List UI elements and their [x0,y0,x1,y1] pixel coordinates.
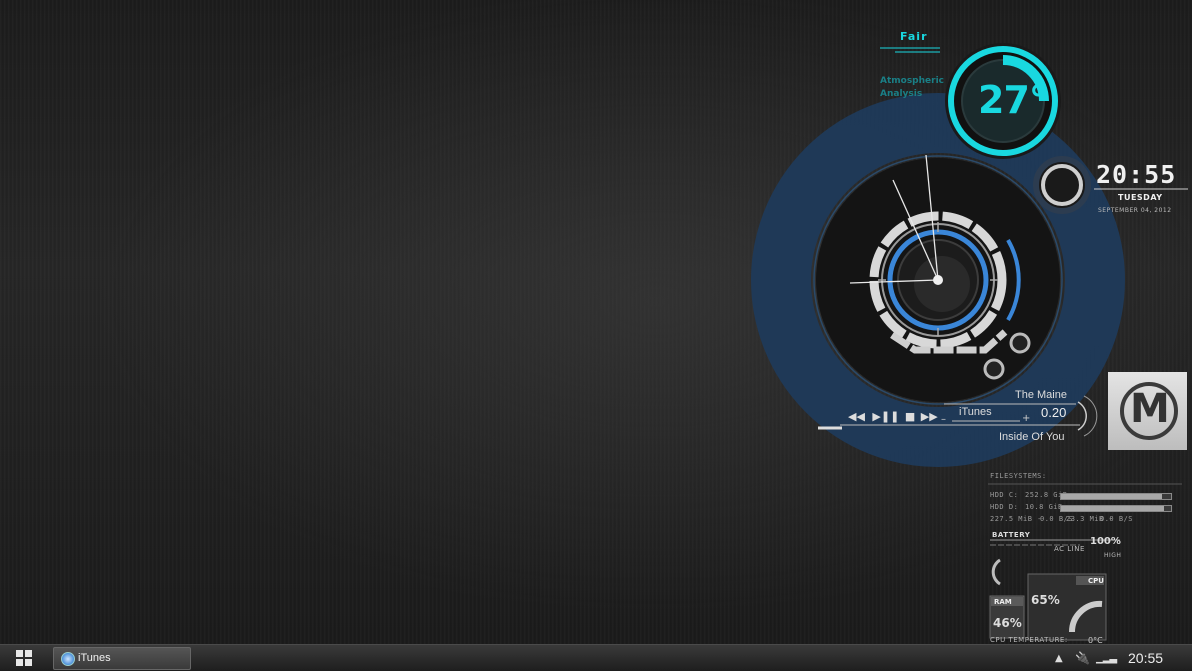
cpu-value: 65% [1031,593,1060,607]
date-text: SEPTEMBER 04, 2012 [1098,207,1172,214]
hdd-d-size: 10.8 GiB [1025,503,1063,511]
start-button[interactable] [10,648,34,668]
cpu-label: CPU [1088,577,1104,585]
tray-expand-icon[interactable]: ▲ [1055,653,1063,664]
fast-forward-icon[interactable]: ▶▶ [921,410,938,423]
play-pause-icon[interactable]: ▶❚❚ [872,410,899,423]
itunes-icon [61,652,75,666]
digital-time: 20:55 [1096,160,1177,189]
hdd-c-bar-fill [1061,494,1163,499]
battery-percent: 100% [1090,536,1121,547]
hdd-c-label: HDD C: [990,491,1019,499]
taskbar-item-label: iTunes [78,652,111,664]
knob-lower[interactable] [983,358,1005,380]
battery-label: BATTERY [992,531,1031,539]
ram-label: RAM [994,598,1012,606]
io-read-total: 227.5 MiB - [990,515,1042,523]
tray-clock[interactable]: 20:55 [1128,650,1163,666]
hdd-c-bar [1060,493,1172,500]
taskbar-item-itunes[interactable]: iTunes [53,647,191,670]
hdd-d-bar [1060,505,1172,512]
temperature-readout: 27° [978,78,1048,122]
taskbar: iTunes ▲ 🔌 ▁▂▃ 20:55 [0,644,1192,671]
media-bracket [1077,401,1087,431]
io-write-rate: 0.0 B/S [1100,515,1134,523]
day-name: TUESDAY [1118,193,1163,202]
power-plug-icon[interactable]: 🔌 [1075,651,1090,665]
knob-upper[interactable] [1009,332,1031,354]
volume-value: 0.20 [1041,405,1067,420]
core-shade [914,256,970,312]
hdd-d-label: HDD D: [990,503,1019,511]
rewind-icon[interactable]: ◀◀ [848,410,865,423]
album-art[interactable]: M [1108,372,1187,450]
weather-caption-2: Analysis [880,89,923,99]
weather-caption-1: Atmospheric [880,76,944,86]
battery-level: HIGH [1104,552,1122,559]
filesystems-header: FILESYSTEMS: [990,472,1047,480]
ram-value: 46% [993,616,1022,630]
volume-minus[interactable]: – [941,414,946,425]
signal-icon[interactable]: ▁▂▃ [1096,653,1117,664]
track-artist: The Maine [1015,389,1067,401]
hand-pivot [933,275,943,285]
player-name[interactable]: iTunes [959,406,992,418]
media-controls: ◀◀ ▶❚❚ ■ ▶▶ [848,410,938,423]
battery-status: AC LINE [1054,545,1085,553]
volume-plus[interactable]: + [1022,413,1030,424]
side-gauge [991,558,1001,586]
weather-condition: Fair [900,30,928,43]
cpu-temp-label: CPU TEMPERATURE: [990,636,1068,644]
hdd-d-bar-fill [1061,506,1165,511]
track-album: Inside Of You [999,431,1065,443]
album-art-letter: M [1130,386,1170,432]
stop-icon[interactable]: ■ [905,410,915,423]
